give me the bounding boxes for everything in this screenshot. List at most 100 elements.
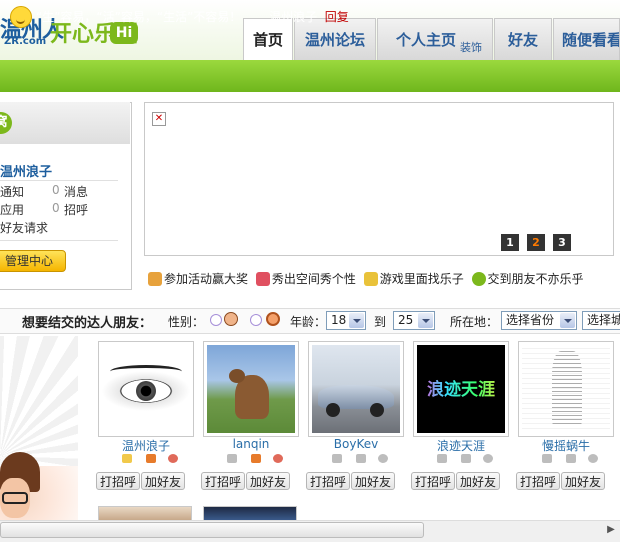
game-icon (363, 272, 378, 286)
city-select[interactable]: 选择城 (582, 311, 620, 330)
tab-profile-label: 个人主页 (396, 31, 457, 49)
greet-button[interactable]: 打招呼 (411, 472, 455, 490)
promo-link-activity[interactable]: 参加活动赢大奖 (164, 272, 248, 286)
female-avatar-icon (266, 312, 280, 326)
add-friend-button[interactable]: 加好友 (561, 472, 605, 490)
user-name-link[interactable]: 温州浪子 (0, 161, 52, 180)
person-icon[interactable] (588, 454, 598, 463)
friend-card-icons (542, 454, 602, 466)
add-friend-button[interactable]: 加好友 (456, 472, 500, 490)
friend-icon (471, 272, 486, 286)
chevron-down-icon (418, 313, 433, 328)
divider (0, 180, 118, 181)
friend-name-link[interactable]: 浪迹天涯 (413, 437, 509, 454)
home-icon[interactable] (461, 454, 471, 463)
greet-button[interactable]: 打招呼 (306, 472, 350, 490)
tab-browse[interactable]: 随便看看 (553, 18, 620, 60)
home-icon[interactable] (251, 454, 261, 463)
gift-icon (148, 272, 162, 286)
friend-name-link[interactable]: lanqin (203, 437, 299, 451)
friend-avatar-car[interactable] (308, 341, 404, 437)
tab-forum-label: 温州论坛 (304, 31, 365, 49)
friend-name-link[interactable]: 温州浪子 (98, 437, 194, 454)
status-author-link[interactable]: 温州浪子 (269, 10, 317, 24)
decorative-girl-glasses (2, 492, 28, 504)
tab-friends-label: 好友 (507, 31, 538, 49)
age-label: 年龄： (290, 315, 327, 329)
friend-filter-title: 想要结交的达人朋友： (22, 316, 153, 331)
add-friend-button[interactable]: 加好友 (351, 472, 395, 490)
promo-link-friends[interactable]: 交到朋友不亦乐乎 (488, 272, 584, 286)
gender-female-radio[interactable] (250, 314, 262, 326)
card-icon[interactable] (227, 454, 237, 463)
card-icon[interactable] (332, 454, 342, 463)
home-icon[interactable] (566, 454, 576, 463)
friend-avatar-bear[interactable] (203, 341, 299, 437)
user-panel-header (0, 102, 130, 144)
decorative-rays (0, 336, 78, 466)
status-motto: “生”容易，“活”容易，“生活”不容易！ ……温州浪子 回复 (36, 8, 349, 25)
notify-link[interactable]: 通知 (0, 185, 24, 199)
scroll-right-arrow-icon[interactable]: ▶ (604, 523, 618, 537)
age-to-select[interactable]: 25 (393, 311, 435, 330)
home-icon[interactable] (146, 454, 156, 463)
province-select[interactable]: 选择省份 (501, 311, 577, 330)
site-logo-url: ZR.com (4, 36, 47, 47)
chevron-down-icon (560, 313, 575, 328)
friend-card-icons (227, 454, 287, 466)
card-icon[interactable] (437, 454, 447, 463)
tab-home-label: 首页 (252, 31, 283, 49)
person-icon[interactable] (168, 454, 178, 463)
friend-name-link[interactable]: BoyKev (308, 437, 404, 451)
promo-link-games[interactable]: 游戏里面找乐子 (380, 272, 464, 286)
greet-button[interactable]: 打招呼 (96, 472, 140, 490)
banner-page-3[interactable]: 3 (553, 234, 571, 251)
stat-row-apps: 应用 0 招呼 (0, 201, 88, 218)
management-center-button[interactable]: 管理中心 (0, 250, 66, 272)
scrollbar-thumb[interactable] (0, 522, 424, 538)
person-icon[interactable] (273, 454, 283, 463)
greet-button[interactable]: 打招呼 (201, 472, 245, 490)
home-icon[interactable] (356, 454, 366, 463)
age-from-select[interactable]: 18 (326, 311, 366, 330)
greet-button[interactable]: 打招呼 (516, 472, 560, 490)
city-value: 选择城 (587, 313, 620, 327)
friend-avatar-partial[interactable] (203, 506, 297, 520)
friend-name-link[interactable]: 慢摇蜗牛 (518, 437, 614, 454)
status-bar (0, 60, 620, 92)
status-reply-link[interactable]: 回复 (325, 10, 349, 24)
card-icon[interactable] (122, 454, 132, 463)
person-icon[interactable] (483, 454, 493, 463)
friend-card-icons (437, 454, 497, 466)
logo-hi-badge: Hi (110, 22, 138, 44)
gender-male-radio[interactable] (210, 314, 222, 326)
friend-avatar-ascii[interactable] (518, 341, 614, 437)
add-friend-button[interactable]: 加好友 (246, 472, 290, 490)
age-to-value: 25 (398, 313, 414, 327)
card-icon[interactable] (542, 454, 552, 463)
friend-card: 慢摇蜗牛 打招呼 加好友 (516, 341, 618, 501)
friend-avatar-partial[interactable] (98, 506, 192, 520)
avatar-text: 浪迹天涯 (417, 375, 505, 400)
tab-profile[interactable]: 个人主页 装饰 (377, 18, 493, 60)
tab-friends[interactable]: 好友 (494, 18, 552, 60)
friend-request-link[interactable]: 好友请求 (0, 219, 48, 236)
status-text: “生”容易，“活”容易，“生活”不容易！ …… (36, 10, 270, 24)
add-friend-button[interactable]: 加好友 (141, 472, 185, 490)
banner-slideshow[interactable] (144, 102, 614, 256)
promo-link-space[interactable]: 秀出空间秀个性 (272, 272, 356, 286)
friend-card: BoyKev 打招呼 加好友 (306, 341, 408, 501)
friend-card: lanqin 打招呼 加好友 (201, 341, 303, 501)
friend-avatar-eye[interactable] (98, 341, 194, 437)
gender-label: 性别： (168, 315, 205, 329)
person-icon[interactable] (378, 454, 388, 463)
banner-page-1[interactable]: 1 (501, 234, 519, 251)
chevron-down-icon (349, 313, 364, 328)
apps-link[interactable]: 应用 (0, 203, 24, 217)
province-value: 选择省份 (506, 313, 555, 327)
greet-link[interactable]: 招呼 (64, 201, 88, 218)
banner-page-2[interactable]: 2 (527, 234, 545, 251)
friend-avatar-text-art[interactable]: 浪迹天涯 (413, 341, 509, 437)
smiley-icon (10, 6, 32, 28)
message-link[interactable]: 消息 (64, 183, 88, 200)
